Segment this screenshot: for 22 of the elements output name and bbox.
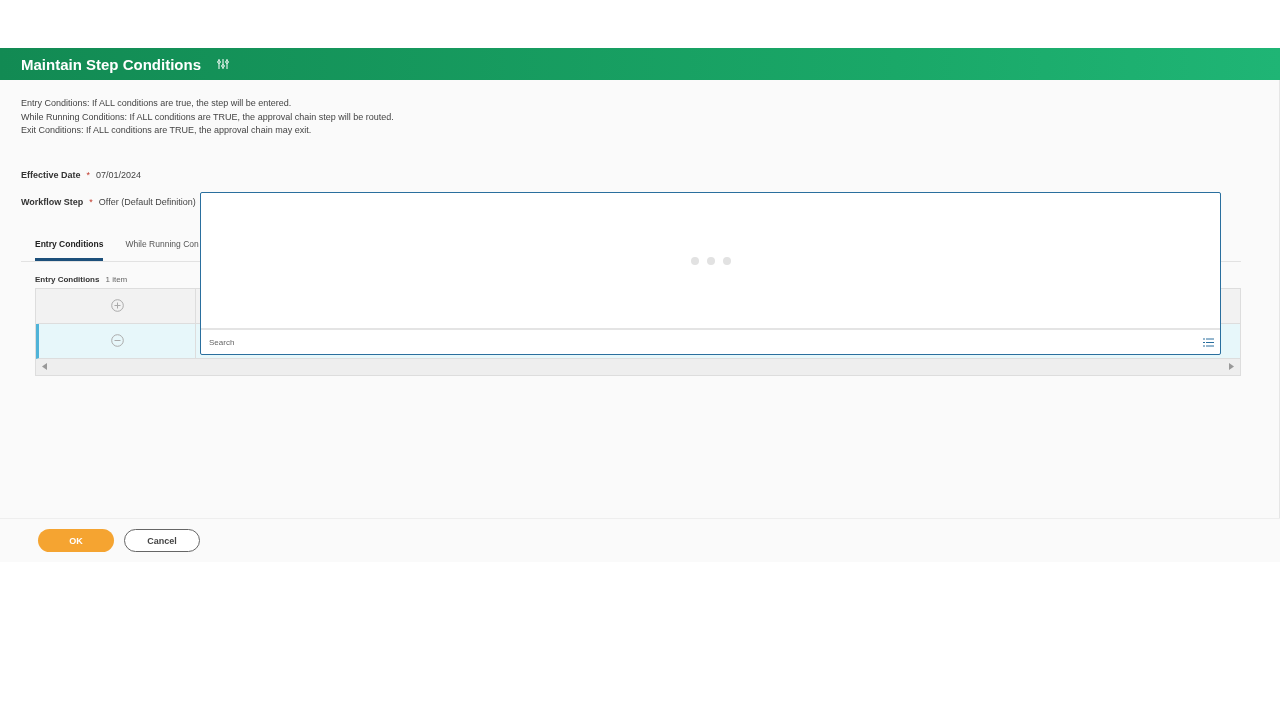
- search-field[interactable]: Search: [209, 334, 1203, 350]
- remove-row-icon[interactable]: [110, 334, 124, 347]
- tab[interactable]: Entry Conditions: [35, 228, 104, 261]
- required-mark: *: [89, 196, 93, 207]
- add-row-icon[interactable]: [110, 299, 124, 312]
- required-mark: *: [86, 169, 91, 180]
- sliders-icon[interactable]: [217, 58, 229, 70]
- field-value: Offer (Default Definition): [98, 196, 196, 207]
- tab[interactable]: While Running Con: [125, 228, 199, 261]
- instruction-text: While Running Conditions: If ALL conditions are TRUE, the approval chain step will be routed.: [21, 110, 395, 124]
- scroll-left-icon[interactable]: [42, 363, 47, 370]
- instruction-text: Entry Conditions: If ALL conditions are true, the step will be entered.: [21, 97, 293, 110]
- field-label: Workflow Step: [21, 196, 84, 207]
- field-value: 07/01/2024: [96, 169, 142, 180]
- grid-title: Entry Conditions: [35, 274, 100, 284]
- cancel-button[interactable]: Cancel: [124, 529, 200, 552]
- field-label: Effective Date: [21, 169, 81, 180]
- page-title: Maintain Step Conditions: [21, 55, 201, 73]
- instruction-text: Exit Conditions: If ALL conditions are TRUE, the approval chain may exit.: [21, 124, 313, 137]
- list-icon[interactable]: [1203, 337, 1214, 347]
- scroll-right-icon[interactable]: [1229, 363, 1234, 370]
- item-count: 1 item: [105, 274, 128, 284]
